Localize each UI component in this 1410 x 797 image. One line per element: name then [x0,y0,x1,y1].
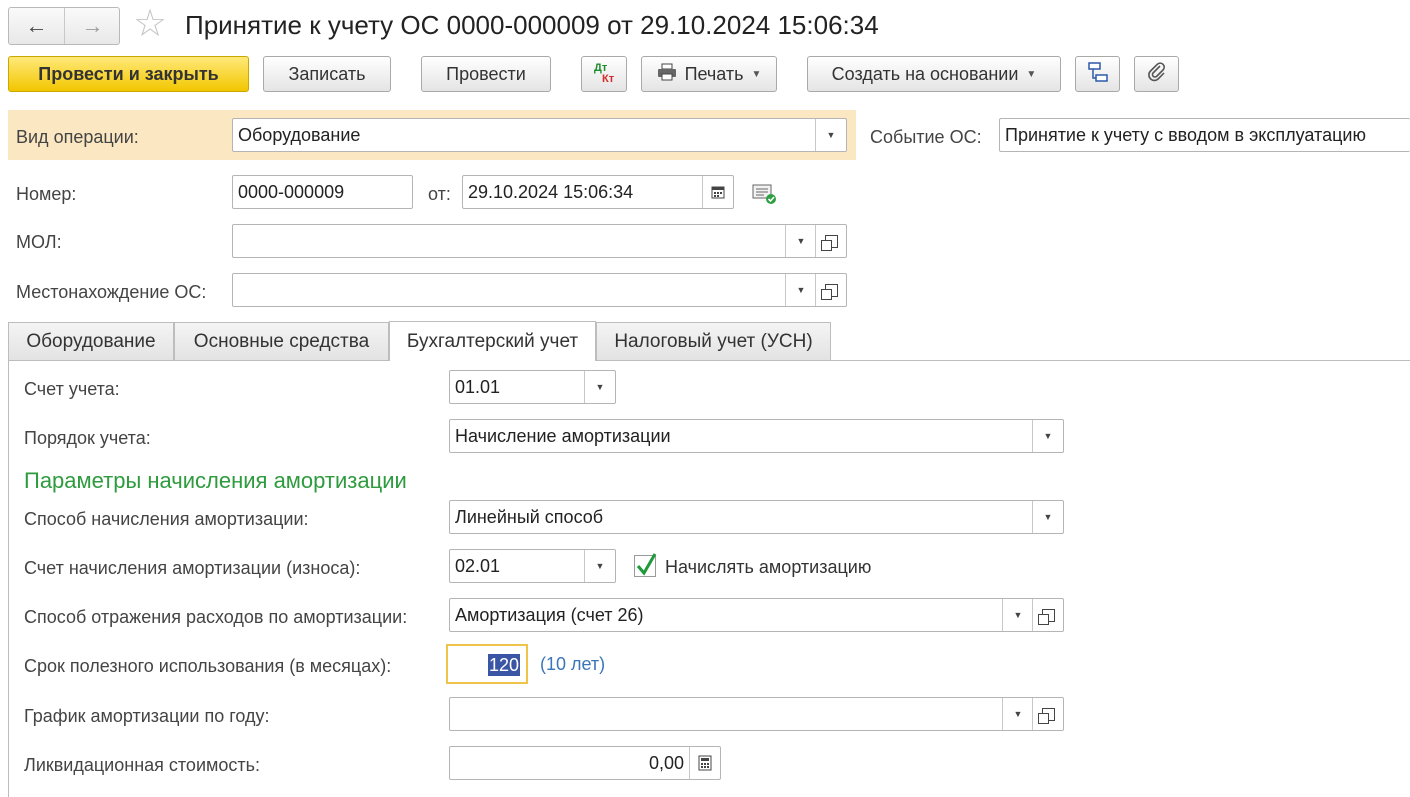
dt-kt-button[interactable]: Дт Кт [581,56,627,92]
document-check-icon[interactable] [752,180,778,211]
post-and-close-button[interactable]: Провести и закрыть [8,56,249,92]
term-years: (10 лет) [540,654,606,674]
event-value: Принятие к учету с вводом в эксплуатацию [1005,125,1366,145]
calendar-icon[interactable] [702,176,733,208]
operation-label: Вид операции: [16,127,139,147]
checkmark-icon [636,553,657,576]
order-label: Порядок учета: [24,428,151,448]
chevron-down-icon[interactable]: ▼ [1032,420,1063,452]
liquidation-value: 0,00 [648,753,684,773]
order-field[interactable]: Начисление амортизации ▼ [449,419,1064,453]
tab-tax-accounting[interactable]: Налоговый учет (УСН) [596,322,831,360]
post-button[interactable]: Провести [421,56,551,92]
expense-value: Амортизация (счет 26) [455,605,644,625]
term-input[interactable]: 120 [446,644,528,684]
event-label: Событие ОС: [870,127,982,147]
method-label: Способ начисления амортизации: [24,509,309,529]
chevron-down-icon: ▼ [751,68,762,80]
structure-button[interactable] [1075,56,1120,92]
tab-divider [8,360,1410,361]
account-field[interactable]: 01.01 ▼ [449,370,616,404]
chevron-down-icon[interactable]: ▼ [815,119,846,151]
open-icon[interactable] [815,225,846,257]
depr-account-value: 02.01 [455,556,501,576]
chevron-down-icon[interactable]: ▼ [584,371,615,403]
term-label: Срок полезного использования (в месяцах)… [24,656,392,676]
date-label: от: [428,184,451,204]
date-field[interactable]: 29.10.2024 15:06:34 [462,175,734,209]
account-value: 01.01 [455,377,501,397]
create-based-label: Создать на основании [831,63,1019,84]
tab-fixed-assets[interactable]: Основные средства [174,322,389,360]
star-icon[interactable]: ☆ [133,4,167,44]
nav-buttons: ← → [8,7,120,45]
open-icon[interactable] [815,274,846,306]
schedule-label: График амортизации по году: [24,706,270,726]
term-value: 120 [487,654,520,676]
paperclip-icon [1147,61,1167,88]
chevron-down-icon[interactable]: ▼ [584,550,615,582]
tab-equipment[interactable]: Оборудование [8,322,174,360]
print-button[interactable]: Печать ▼ [641,56,777,92]
attach-button[interactable] [1134,56,1179,92]
operation-value: Оборудование [238,125,361,145]
save-button[interactable]: Записать [263,56,391,92]
open-icon[interactable] [1032,698,1063,730]
open-icon[interactable] [1032,599,1063,631]
date-value: 29.10.2024 15:06:34 [468,182,634,202]
dt-kt-icon: Дт Кт [589,61,619,87]
account-label: Счет учета: [24,379,120,399]
operation-field[interactable]: Оборудование ▼ [232,118,847,152]
chevron-down-icon[interactable]: ▼ [785,274,816,306]
location-label: Местонахождение ОС: [16,282,207,302]
order-value: Начисление амортизации [455,426,671,446]
create-based-on-button[interactable]: Создать на основании ▼ [807,56,1061,92]
liquidation-field[interactable]: 0,00 [449,746,721,780]
liquidation-label: Ликвидационная стоимость: [24,755,261,775]
kt-label: Кт [602,73,615,85]
structure-icon [1087,61,1109,88]
expense-label: Способ отражения расходов по амортизации… [24,607,408,627]
depr-account-label: Счет начисления амортизации (износа): [24,558,361,578]
method-field[interactable]: Линейный способ ▼ [449,500,1064,534]
location-field[interactable]: ▼ [232,273,847,307]
chevron-down-icon: ▼ [1026,68,1037,80]
chevron-down-icon[interactable]: ▼ [1032,501,1063,533]
tab-accounting[interactable]: Бухгалтерский учет [389,321,596,361]
tab-panel-border [8,360,9,797]
mol-label: МОЛ: [16,232,62,252]
arrow-left-icon: ← [25,13,48,38]
arrow-right-icon: → [81,13,104,38]
page-title: Принятие к учету ОС 0000-000009 от 29.10… [185,10,879,40]
number-value: 0000-000009 [238,182,345,202]
chevron-down-icon[interactable]: ▼ [1002,698,1033,730]
accrue-checkbox[interactable] [634,553,657,577]
print-label: Печать [684,63,744,84]
forward-button[interactable]: → [64,8,120,44]
depreciation-section-title: Параметры начисления амортизации [24,468,407,493]
expense-field[interactable]: Амортизация (счет 26) ▼ [449,598,1064,632]
depr-account-field[interactable]: 02.01 ▼ [449,549,616,583]
chevron-down-icon[interactable]: ▼ [1002,599,1033,631]
schedule-field[interactable]: ▼ [449,697,1064,731]
chevron-down-icon[interactable]: ▼ [785,225,816,257]
number-field[interactable]: 0000-000009 [232,175,413,209]
printer-icon [657,63,677,86]
calculator-icon[interactable] [689,747,720,779]
number-label: Номер: [16,184,77,204]
back-button[interactable]: ← [9,8,64,44]
event-field[interactable]: Принятие к учету с вводом в эксплуатацию [999,118,1410,152]
accrue-label[interactable]: Начислять амортизацию [665,556,871,578]
mol-field[interactable]: ▼ [232,224,847,258]
method-value: Линейный способ [455,507,604,527]
